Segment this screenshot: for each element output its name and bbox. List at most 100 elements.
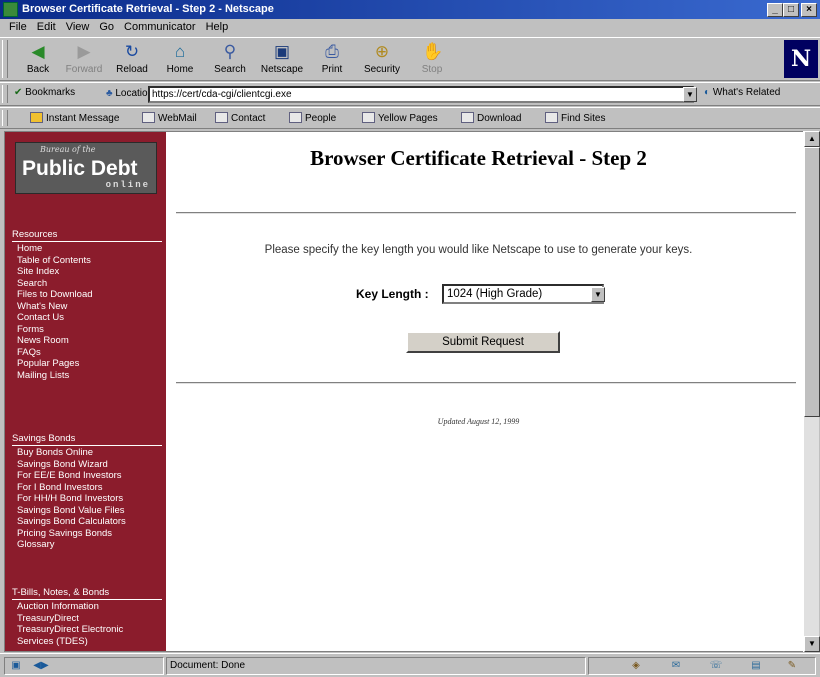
forward-arrow-icon: ▶ <box>77 42 91 61</box>
bookmark-page-icon <box>215 112 228 123</box>
menu-go[interactable]: Go <box>94 19 119 36</box>
key-length-select[interactable]: 1024 (High Grade) ▼ <box>442 284 605 304</box>
sidebar-item[interactable]: For EE/E Bond Investors <box>12 470 162 482</box>
instant-message-button[interactable]: Instant Message <box>30 112 119 124</box>
security-button[interactable]: ⊕ Security <box>358 40 406 80</box>
composer-icon[interactable]: ▤ <box>749 660 763 672</box>
bookmark-icon: ✔ <box>14 87 23 98</box>
search-button[interactable]: ⚲ Search <box>206 40 254 80</box>
toolbar-grip[interactable] <box>2 110 8 126</box>
sidebar-item[interactable]: News Room <box>12 335 162 347</box>
forward-button[interactable]: ▶ Forward <box>60 40 108 80</box>
url-dropdown-button[interactable]: ▼ <box>683 87 697 102</box>
sidebar-item[interactable]: Home <box>12 243 162 255</box>
sidebar-item[interactable]: FAQs <box>12 347 162 359</box>
sidebar-item[interactable]: What's New <box>12 301 162 313</box>
key-length-label: Key Length : <box>356 287 429 301</box>
whats-related-button[interactable]: ◐ What's Related <box>704 87 780 98</box>
navigator-icon[interactable]: ◈ <box>629 660 643 672</box>
back-arrow-icon: ◀ <box>31 42 45 61</box>
sidebar-heading[interactable]: Resources <box>12 229 162 242</box>
status-bar: ▣ ◀▶ Document: Done ◈ ✉ ☏ ▤ ✎ <box>0 653 820 677</box>
scroll-thumb[interactable] <box>804 147 820 417</box>
sidebar-section-savings-bonds: Savings Bonds Buy Bonds Online Savings B… <box>12 433 162 551</box>
sidebar-item[interactable]: Contact Us <box>12 312 162 324</box>
secure-lock-icon[interactable]: ▣ <box>9 660 23 672</box>
sidebar-item[interactable]: Buy Bonds Online <box>12 447 162 459</box>
sidebar-item[interactable]: Services (TDES) <box>12 636 162 648</box>
home-button[interactable]: ⌂ Home <box>156 40 204 80</box>
sidebar-item[interactable]: Savings Bond Wizard <box>12 459 162 471</box>
sidebar-item[interactable]: Forms <box>12 324 162 336</box>
sidebar-item[interactable]: Pricing Savings Bonds <box>12 528 162 540</box>
sidebar-item[interactable]: Popular Pages <box>12 358 162 370</box>
sidebar-item[interactable]: For I Bond Investors <box>12 482 162 494</box>
connection-icon: ◀▶ <box>33 660 49 671</box>
sidebar-item[interactable]: For HH/H Bond Investors <box>12 493 162 505</box>
reload-button[interactable]: ↻ Reload <box>108 40 156 80</box>
security-status-area[interactable]: ▣ ◀▶ <box>4 657 164 675</box>
sidebar-item[interactable]: TreasuryDirect <box>12 613 162 625</box>
people-button[interactable]: People <box>289 112 336 124</box>
sidebar-heading[interactable]: T-Bills, Notes, & Bonds <box>12 587 162 600</box>
main-content: Browser Certificate Retrieval - Step 2 P… <box>166 132 803 651</box>
bookmark-page-icon <box>362 112 375 123</box>
webmail-button[interactable]: WebMail <box>142 112 197 124</box>
menu-communicator[interactable]: Communicator <box>119 19 201 36</box>
vertical-scrollbar[interactable]: ▲ ▼ <box>803 131 820 652</box>
toolbar-grip[interactable] <box>2 85 8 103</box>
netscape-throbber-logo[interactable]: N <box>784 40 818 78</box>
sidebar-item[interactable]: Mailing Lists <box>12 370 162 382</box>
url-input[interactable]: https://cert/cda-cgi/clientcgi.exe <box>148 86 694 103</box>
toolbar-grip[interactable] <box>2 40 8 78</box>
bookmark-page-icon <box>289 112 302 123</box>
component-bar: ◈ ✉ ☏ ▤ ✎ <box>588 657 816 675</box>
submit-request-button[interactable]: Submit Request <box>406 331 560 353</box>
close-button[interactable]: × <box>801 3 817 17</box>
menu-view[interactable]: View <box>61 19 95 36</box>
bpd-logo[interactable]: Bureau of the Public Debt online <box>15 142 157 194</box>
print-button[interactable]: ⎙ Print <box>308 40 356 80</box>
sidebar-item[interactable]: Search <box>12 278 162 290</box>
bookmark-page-icon <box>142 112 155 123</box>
divider <box>176 212 796 214</box>
bookmarks-button[interactable]: ✔ Bookmarks <box>14 87 75 98</box>
component-icon[interactable]: ✎ <box>785 660 799 672</box>
yellow-pages-button[interactable]: Yellow Pages <box>362 112 438 124</box>
chevron-down-icon[interactable]: ▼ <box>591 287 605 302</box>
scroll-down-button[interactable]: ▼ <box>804 636 820 652</box>
sidebar-item[interactable]: Savings Bond Value Files <box>12 505 162 517</box>
scroll-up-button[interactable]: ▲ <box>804 131 820 147</box>
menu-file[interactable]: File <box>4 19 32 36</box>
contact-button[interactable]: Contact <box>215 112 265 124</box>
stop-button[interactable]: ✋ Stop <box>408 40 456 80</box>
related-icon: ◐ <box>704 87 711 98</box>
stop-icon: ✋ <box>422 42 444 61</box>
sidebar-heading[interactable]: Savings Bonds <box>12 433 162 446</box>
menu-help[interactable]: Help <box>201 19 234 36</box>
menu-edit[interactable]: Edit <box>32 19 61 36</box>
find-sites-button[interactable]: Find Sites <box>545 112 605 124</box>
sidebar-item[interactable]: Site Index <box>12 266 162 278</box>
minimize-button[interactable]: _ <box>767 3 783 17</box>
bookmark-page-icon <box>461 112 474 123</box>
sidebar-item[interactable]: Table of Contents <box>12 255 162 267</box>
sidebar-nav: Bureau of the Public Debt online Resourc… <box>5 132 166 651</box>
sidebar-item[interactable]: Auction Information <box>12 601 162 613</box>
discussion-icon[interactable]: ☏ <box>709 660 723 672</box>
download-button[interactable]: Download <box>461 112 521 124</box>
sidebar-item[interactable]: Glossary <box>12 539 162 551</box>
sidebar-item[interactable]: Savings Bond Calculators <box>12 516 162 528</box>
back-button[interactable]: ◀ Back <box>14 40 62 80</box>
home-icon: ⌂ <box>174 42 186 61</box>
mail-icon[interactable]: ✉ <box>669 660 683 672</box>
location-icon: ♣ <box>106 88 113 99</box>
maximize-button[interactable]: □ <box>783 3 799 17</box>
instant-message-icon <box>30 112 43 123</box>
key-length-value: 1024 (High Grade) <box>447 288 543 300</box>
sidebar-item[interactable]: Files to Download <box>12 289 162 301</box>
location-toolbar: ✔ Bookmarks ♣ Location: https://cert/cda… <box>0 82 820 106</box>
netscape-button[interactable]: ▣ Netscape <box>258 40 306 80</box>
sidebar-item[interactable]: TreasuryDirect Electronic <box>12 624 162 636</box>
instruction-text: Please specify the key length you would … <box>264 244 693 256</box>
